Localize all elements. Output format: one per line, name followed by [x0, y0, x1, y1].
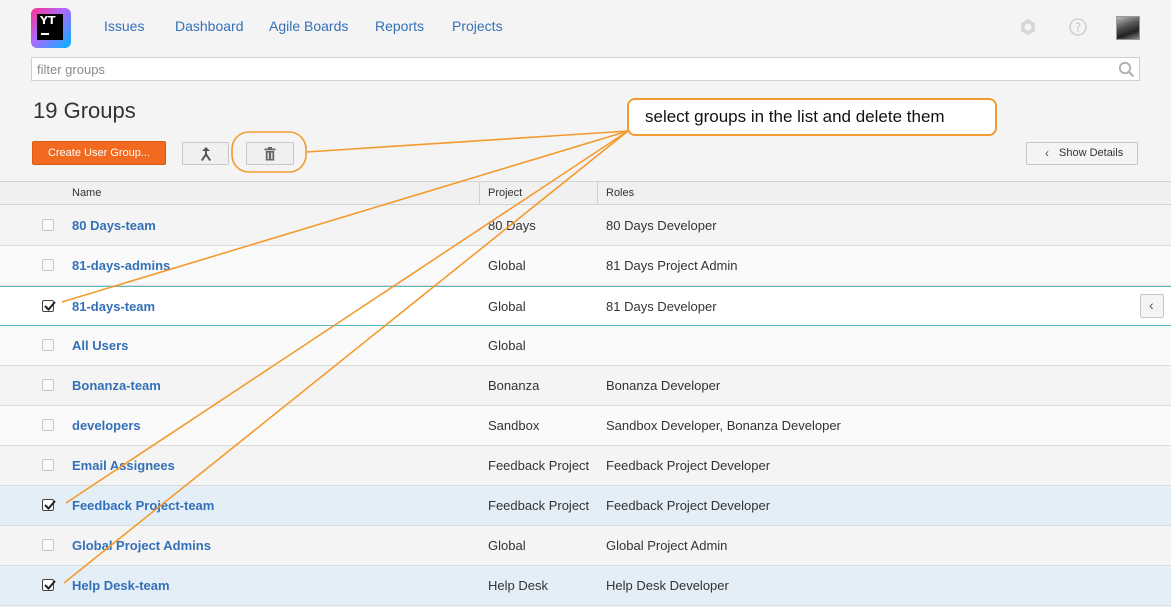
show-details-label: Show Details [1059, 147, 1124, 159]
column-name[interactable]: Name [72, 187, 101, 199]
nav-reports[interactable]: Reports [375, 18, 424, 34]
table-row[interactable]: All Users Global [0, 326, 1171, 366]
checkmark-icon [44, 301, 56, 311]
nav-projects[interactable]: Projects [452, 18, 503, 34]
row-checkbox[interactable] [42, 539, 54, 551]
group-project: Global [488, 338, 526, 353]
group-name-link[interactable]: Feedback Project-team [72, 498, 214, 513]
user-avatar[interactable] [1116, 16, 1140, 40]
group-project: Sandbox [488, 418, 540, 433]
create-user-group-button[interactable]: Create User Group... [32, 141, 166, 165]
search-icon[interactable] [1118, 61, 1135, 78]
group-roles: Feedback Project Developer [606, 458, 771, 473]
group-project: Help Desk [488, 578, 548, 593]
group-roles: Sandbox Developer, Bonanza Developer [606, 418, 841, 433]
group-name-link[interactable]: developers [72, 418, 141, 433]
group-roles: 80 Days Developer [606, 218, 717, 233]
group-roles: Help Desk Developer [606, 578, 729, 593]
table-row[interactable]: developers Sandbox Sandbox Developer, Bona… [0, 406, 1171, 446]
filter-groups-input[interactable] [32, 58, 1107, 80]
chevron-left-icon: ‹ [1045, 146, 1049, 160]
table-row[interactable]: 81-days-admins Global 81 Days Project Admi… [0, 246, 1171, 286]
show-details-button[interactable]: ‹ Show Details [1026, 142, 1138, 165]
column-roles[interactable]: Roles [606, 187, 634, 199]
group-roles: Global Project Admin [606, 538, 728, 553]
youtrack-logo[interactable]: YT [31, 8, 71, 48]
nav-dashboard[interactable]: Dashboard [175, 18, 244, 34]
row-checkbox[interactable] [42, 459, 54, 471]
row-checkbox[interactable] [42, 419, 54, 431]
table-row[interactable]: Bonanza-team Bonanza Bonanza Developer [0, 366, 1171, 406]
group-name-link[interactable]: 81-days-team [72, 299, 155, 314]
top-header: YT Issues Dashboard Agile Boards Reports… [0, 0, 1171, 52]
table-row[interactable]: 80 Days-team 80 Days 80 Days Developer [0, 206, 1171, 246]
table-row[interactable]: Global Project Admins Global Global Projec… [0, 526, 1171, 566]
row-checkbox[interactable] [42, 339, 54, 351]
row-checkbox[interactable] [42, 259, 54, 271]
nav-issues[interactable]: Issues [104, 18, 144, 34]
group-roles: Feedback Project Developer [606, 498, 771, 513]
annotation-callout: select groups in the list and delete the… [627, 98, 997, 136]
group-name-link[interactable]: All Users [72, 338, 128, 353]
group-project: Global [488, 258, 526, 273]
group-name-link[interactable]: 81-days-admins [72, 258, 170, 273]
chevron-left-icon: ‹ [1149, 297, 1154, 313]
group-roles: 81 Days Developer [606, 299, 717, 314]
group-roles: 81 Days Project Admin [606, 258, 738, 273]
row-checkbox[interactable] [42, 379, 54, 391]
group-project: Global [488, 299, 526, 314]
page-title: 19 Groups [33, 98, 136, 123]
group-project: Global [488, 538, 526, 553]
gear-icon[interactable] [1018, 17, 1038, 37]
row-checkbox[interactable] [42, 579, 56, 591]
filter-groups-search [31, 57, 1140, 81]
group-project: Bonanza [488, 378, 540, 393]
checkmark-icon [44, 580, 56, 590]
table-row[interactable]: Email Assignees Feedback Project Feedback … [0, 446, 1171, 486]
group-project: 80 Days [488, 218, 536, 233]
group-name-link[interactable]: Email Assignees [72, 458, 175, 473]
group-name-link[interactable]: 80 Days-team [72, 218, 156, 233]
trash-icon [263, 146, 277, 167]
merge-groups-button[interactable] [182, 142, 229, 165]
row-checkbox[interactable] [42, 499, 56, 511]
row-checkbox[interactable] [42, 219, 54, 231]
table-row[interactable]: Feedback Project-team Feedback Project Fee… [0, 486, 1171, 526]
merge-icon [199, 146, 213, 167]
group-name-link[interactable]: Bonanza-team [72, 378, 161, 393]
expand-details-button[interactable]: ‹ [1140, 294, 1164, 318]
svg-text:?: ? [1075, 21, 1081, 35]
nav-agile-boards[interactable]: Agile Boards [269, 18, 348, 34]
table-row[interactable]: 81-days-team Global 81 Days Developer ‹ [0, 286, 1171, 326]
help-icon[interactable]: ? [1068, 17, 1088, 37]
checkmark-icon [44, 500, 56, 510]
group-project: Feedback Project [488, 498, 590, 513]
row-checkbox[interactable] [42, 300, 56, 312]
group-project: Feedback Project [488, 458, 590, 473]
groups-table-header: Name Project Roles [0, 181, 1171, 205]
column-project[interactable]: Project [488, 187, 522, 199]
group-name-link[interactable]: Global Project Admins [72, 538, 211, 553]
annotation-line-delete [305, 130, 629, 153]
group-roles: Bonanza Developer [606, 378, 721, 393]
table-row[interactable]: Help Desk-team Help Desk Help Desk Develop… [0, 566, 1171, 606]
delete-groups-button[interactable] [246, 142, 294, 165]
group-name-link[interactable]: Help Desk-team [72, 578, 170, 593]
